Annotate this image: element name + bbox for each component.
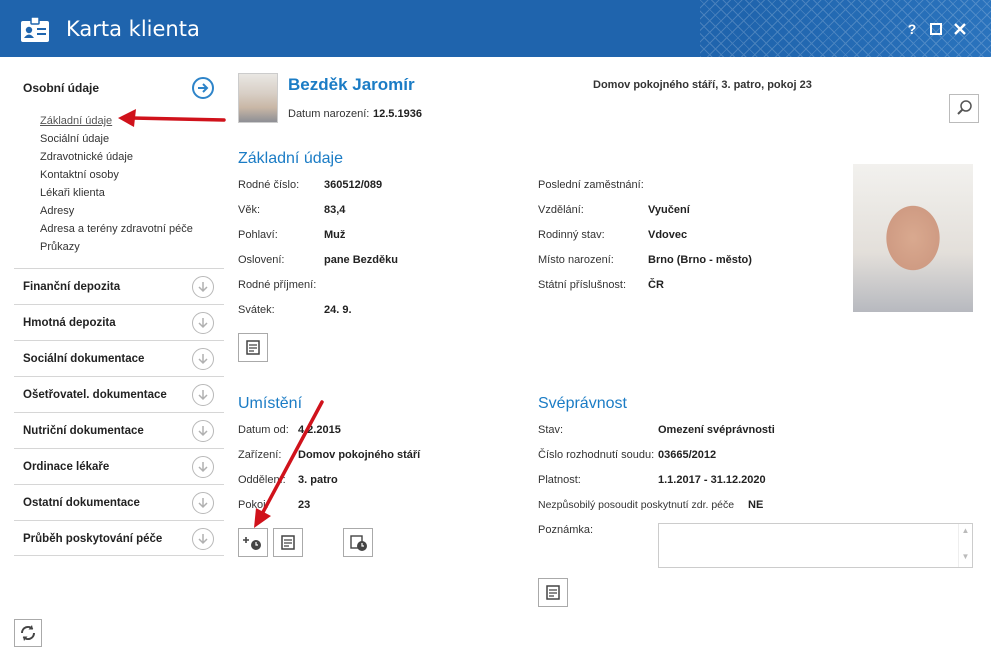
annotation-overlay xyxy=(118,109,324,528)
annotation-arrow-down xyxy=(254,400,324,528)
annotation-arrow-left xyxy=(118,109,226,127)
